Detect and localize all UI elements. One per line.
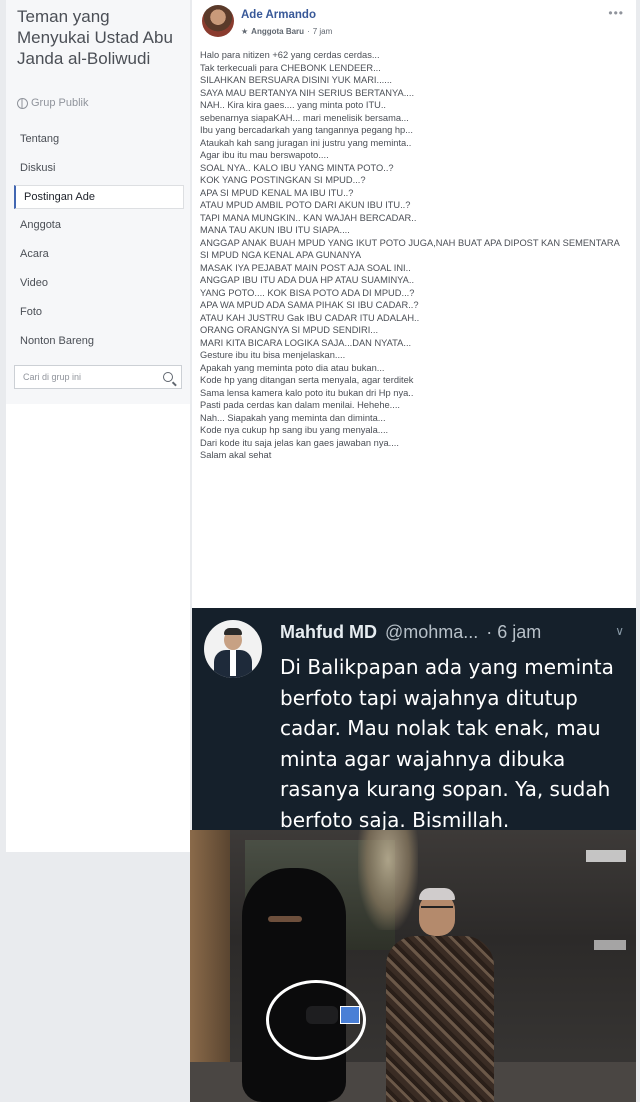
- globe-icon: [17, 97, 28, 109]
- post-line: sebenarnya siapaKAH... mari menelisik be…: [200, 112, 409, 123]
- tweet-time: · 6 jam: [486, 622, 542, 642]
- post-line: Gesture ibu itu bisa menjelaskan....: [200, 350, 346, 360]
- nav-item-tentang[interactable]: Tentang: [14, 127, 184, 151]
- post-line: Tak terkecuali para CHEBONK LENDEER...: [200, 62, 381, 73]
- group-type-label: Grup Publik: [31, 97, 89, 109]
- group-sidebar: Teman yang Menyukai Ustad Abu Janda al-B…: [6, 0, 190, 852]
- group-privacy: Grup Publik: [17, 97, 88, 109]
- chevron-down-icon: ∨: [615, 624, 624, 638]
- sidebar-blank-area: [6, 404, 190, 852]
- group-nav: Tentang Diskusi Postingan Ade Anggota Ac…: [14, 127, 184, 357]
- post-line: ANGGAP ANAK BUAH MPUD YANG IKUT POTO JUG…: [200, 237, 620, 248]
- post-line: ORANG ORANGNYA SI MPUD SENDIRI...: [200, 325, 379, 335]
- post-line: Agar ibu itu mau berswapoto....: [200, 150, 329, 160]
- post-line: MANA TAU AKUN IBU ITU SIAPA....: [200, 225, 350, 235]
- nav-item-acara[interactable]: Acara: [14, 242, 184, 266]
- post-line: Dari kode itu saja jelas kan gaes jawaba…: [200, 437, 399, 448]
- nav-item-nonton-bareng[interactable]: Nonton Bareng: [14, 329, 184, 353]
- post-line: Pasti pada cerdas kan dalam menilai. Heh…: [200, 400, 400, 410]
- post-line: KOK YANG POSTINGKAN SI MPUD...?: [200, 175, 366, 185]
- nav-item-foto[interactable]: Foto: [14, 300, 184, 324]
- post-author-name[interactable]: Ade Armando: [241, 9, 316, 21]
- post-line: ANGGAP IBU ITU ADA DUA HP ATAU SUAMINYA.…: [200, 275, 415, 285]
- post-timestamp[interactable]: 7 jam: [313, 27, 333, 36]
- post-line: SILAHKAN BERSUARA DISINI YUK MARI......: [200, 75, 393, 85]
- post-body: Halo para nitizen +62 yang cerdas cerdas…: [200, 49, 630, 462]
- post-line: Kode hp yang ditangan serta menyala, aga…: [200, 375, 414, 385]
- new-member-icon: ★: [241, 27, 249, 36]
- post-line: SOAL NYA.. KALO IBU YANG MINTA POTO..?: [200, 162, 394, 173]
- nav-item-video[interactable]: Video: [14, 271, 184, 295]
- post-line: Sama lensa kamera kalo poto itu bukan dr…: [200, 387, 414, 398]
- post-meta: ★ Anggota Baru · 7 jam: [241, 27, 333, 36]
- author-avatar[interactable]: [202, 5, 234, 37]
- nav-item-anggota[interactable]: Anggota: [14, 213, 184, 237]
- group-title[interactable]: Teman yang Menyukai Ustad Abu Janda al-B…: [17, 6, 182, 69]
- post-line: SAYA MAU BERTANYA NIH SERIUS BERTANYA...…: [200, 87, 415, 98]
- post-line: YANG POTO.... KOK BISA POTO ADA DI MPUD.…: [200, 287, 415, 298]
- post-line: MARI KITA BICARA LOGIKA SAJA...DAN NYATA…: [200, 337, 412, 348]
- tweet-avatar: [204, 620, 262, 678]
- search-icon[interactable]: [163, 372, 173, 382]
- man-figure: [386, 936, 494, 1102]
- tweet-screenshot[interactable]: Mahfud MD @mohma... · 6 jam ∨ Di Balikpa…: [192, 608, 636, 832]
- post-line: SI MPUD NGA KENAL APA GUNANYA: [200, 250, 362, 260]
- post-line: TAPI MANA MUNGKIN.. KAN WAJAH BERCADAR..: [200, 212, 417, 223]
- tweet-author-name: Mahfud MD: [280, 622, 377, 642]
- highlight-circle: [266, 980, 366, 1060]
- search-placeholder: Cari di grup ini: [23, 372, 82, 382]
- member-badge: Anggota Baru: [251, 27, 305, 36]
- nav-item-postingan-ade[interactable]: Postingan Ade: [14, 184, 184, 209]
- post-line: APA SI MPUD KENAL MA IBU ITU..?: [200, 187, 354, 198]
- post-line: MASAK IYA PEJABAT MAIN POST AJA SOAL INI…: [200, 262, 411, 273]
- tweet-header: Mahfud MD @mohma... · 6 jam: [280, 622, 541, 643]
- nav-item-diskusi[interactable]: Diskusi: [14, 156, 184, 180]
- tweet-handle: @mohma...: [384, 622, 479, 642]
- post-line: Ibu yang bercadarkah yang tangannya pega…: [200, 125, 413, 135]
- post-line: Ataukah kah sang juragan ini justru yang…: [200, 137, 412, 148]
- post-line: Halo para nitizen +62 yang cerdas cerdas…: [200, 50, 380, 60]
- post-line: Kode nya cukup hp sang ibu yang menyala.…: [200, 425, 389, 435]
- tweet-text: Di Balikpapan ada yang meminta berfoto t…: [280, 655, 614, 832]
- post-line: ATAU MPUD AMBIL POTO DARI AKUN IBU ITU..…: [200, 200, 411, 210]
- post-photo[interactable]: [190, 830, 636, 1102]
- more-options-icon[interactable]: •••: [608, 6, 624, 20]
- post-card: Ade Armando ★ Anggota Baru · 7 jam ••• H…: [192, 0, 636, 608]
- post-line: Apakah yang meminta poto dia atau bukan.…: [200, 362, 385, 373]
- post-line: Nah... Siapakah yang meminta dan diminta…: [200, 412, 386, 423]
- post-line: Salam akal sehat: [200, 450, 272, 460]
- post-line: APA WA MPUD ADA SAMA PIHAK SI IBU CADAR.…: [200, 300, 419, 310]
- group-search-input[interactable]: Cari di grup ini: [14, 365, 182, 389]
- post-line: ATAU KAH JUSTRU Gak IBU CADAR ITU ADALAH…: [200, 312, 420, 323]
- post-line: NAH.. Kira kira gaes.... yang minta poto…: [200, 100, 387, 110]
